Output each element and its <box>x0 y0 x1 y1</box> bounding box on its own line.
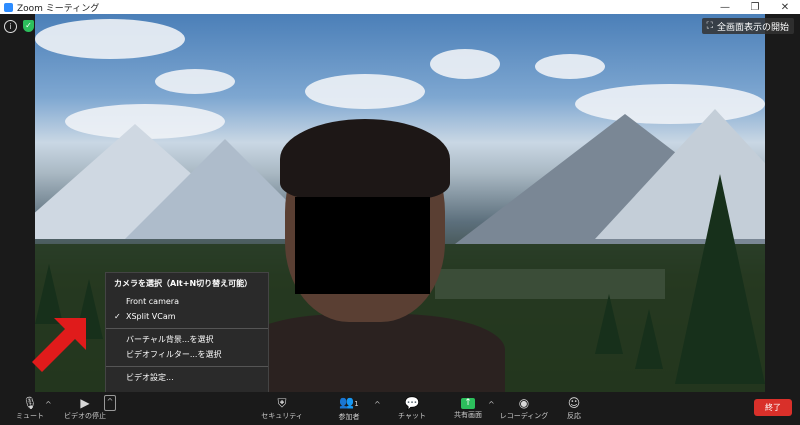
security-shield-icon: ⛨ <box>277 395 287 410</box>
restore-button[interactable]: ❐ <box>740 2 770 13</box>
menu-divider <box>106 328 268 329</box>
minimize-button[interactable]: — <box>710 2 740 13</box>
security-label: セキュリティ <box>261 411 303 420</box>
participants-label: 参加者 <box>338 412 360 421</box>
red-arrow-annotation <box>32 318 86 372</box>
camera-option-label: XSplit VCam <box>126 312 176 321</box>
audio-options-caret[interactable]: ^ <box>45 400 52 409</box>
participants-options-caret[interactable]: ^ <box>374 400 381 409</box>
record-button[interactable]: ◉ レコーディング <box>499 392 549 425</box>
fullscreen-button[interactable]: ⛶ 全画面表示の開始 <box>701 18 794 34</box>
reactions-button[interactable]: ☺ 反応 <box>560 392 588 425</box>
end-meeting-button[interactable]: 終了 <box>754 399 792 416</box>
share-screen-button[interactable]: ↑ 共有画面 <box>450 392 486 425</box>
menu-item-label: バーチャル背景...を選択 <box>126 335 214 344</box>
camera-option-front[interactable]: Front camera <box>106 295 268 309</box>
participants-icon: 👥 <box>339 394 355 409</box>
camera-menu-header: カメラを選択（Alt+N切り替え可能） <box>114 279 253 288</box>
camera-select-menu: カメラを選択（Alt+N切り替え可能） Front camera ✓ XSpli… <box>105 272 269 394</box>
reactions-label: 反応 <box>567 411 581 420</box>
chat-bubble-icon: 💬 <box>404 395 420 410</box>
record-icon: ◉ <box>518 395 530 410</box>
chat-label: チャット <box>398 411 426 420</box>
fullscreen-icon: ⛶ <box>706 21 713 31</box>
mute-button[interactable]: 🎙 ミュート <box>12 392 48 425</box>
person-hair <box>280 119 450 199</box>
checkmark-icon: ✓ <box>114 312 121 321</box>
mute-label: ミュート <box>16 411 44 420</box>
window-title: Zoom ミーティング <box>17 3 100 14</box>
video-settings-option[interactable]: ビデオ設定... <box>106 371 268 385</box>
record-label: レコーディング <box>499 411 549 420</box>
meeting-toolbar: 🎙 ミュート ^ ▶ ビデオの停止 ^ ⛨ セキュリティ 👥1 参加者 ^ 💬 … <box>0 392 800 425</box>
virtual-background-option[interactable]: バーチャル背景...を選択 <box>106 333 268 347</box>
camera-option-label: Front camera <box>126 297 179 306</box>
share-screen-label: 共有画面 <box>454 410 482 419</box>
menu-item-label: ビデオフィルター...を選択 <box>126 350 222 359</box>
info-icon[interactable]: i <box>4 20 17 33</box>
menu-item-label: ビデオ設定... <box>126 373 174 382</box>
person-body <box>235 314 505 392</box>
redaction-box <box>295 197 430 294</box>
meeting-info-area: i ✓ <box>4 20 34 33</box>
window-controls: — ❐ ✕ <box>710 2 800 13</box>
encryption-shield-icon[interactable]: ✓ <box>23 20 34 32</box>
zoom-logo-icon <box>4 2 13 12</box>
smiley-icon: ☺ <box>567 395 581 410</box>
participants-button[interactable]: 👥1 参加者 <box>334 392 364 425</box>
camera-option-xsplit[interactable]: ✓ XSplit VCam <box>106 310 268 324</box>
security-button[interactable]: ⛨ セキュリティ <box>261 392 303 425</box>
video-camera-icon: ▶ <box>80 395 90 410</box>
share-screen-icon: ↑ <box>461 397 475 409</box>
stop-video-label: ビデオの停止 <box>64 411 106 420</box>
menu-divider <box>106 366 268 367</box>
participant-count: 1 <box>354 399 359 408</box>
fullscreen-label: 全画面表示の開始 <box>716 22 789 33</box>
chat-button[interactable]: 💬 チャット <box>396 392 428 425</box>
share-options-caret[interactable]: ^ <box>488 400 495 409</box>
stop-video-button[interactable]: ▶ ビデオの停止 <box>60 392 110 425</box>
microphone-icon: 🎙 <box>22 395 38 410</box>
video-filter-option[interactable]: ビデオフィルター...を選択 <box>106 348 268 362</box>
video-options-caret[interactable]: ^ <box>104 395 116 411</box>
close-window-button[interactable]: ✕ <box>770 2 800 13</box>
title-bar: Zoom ミーティング — ❐ ✕ <box>0 0 800 14</box>
